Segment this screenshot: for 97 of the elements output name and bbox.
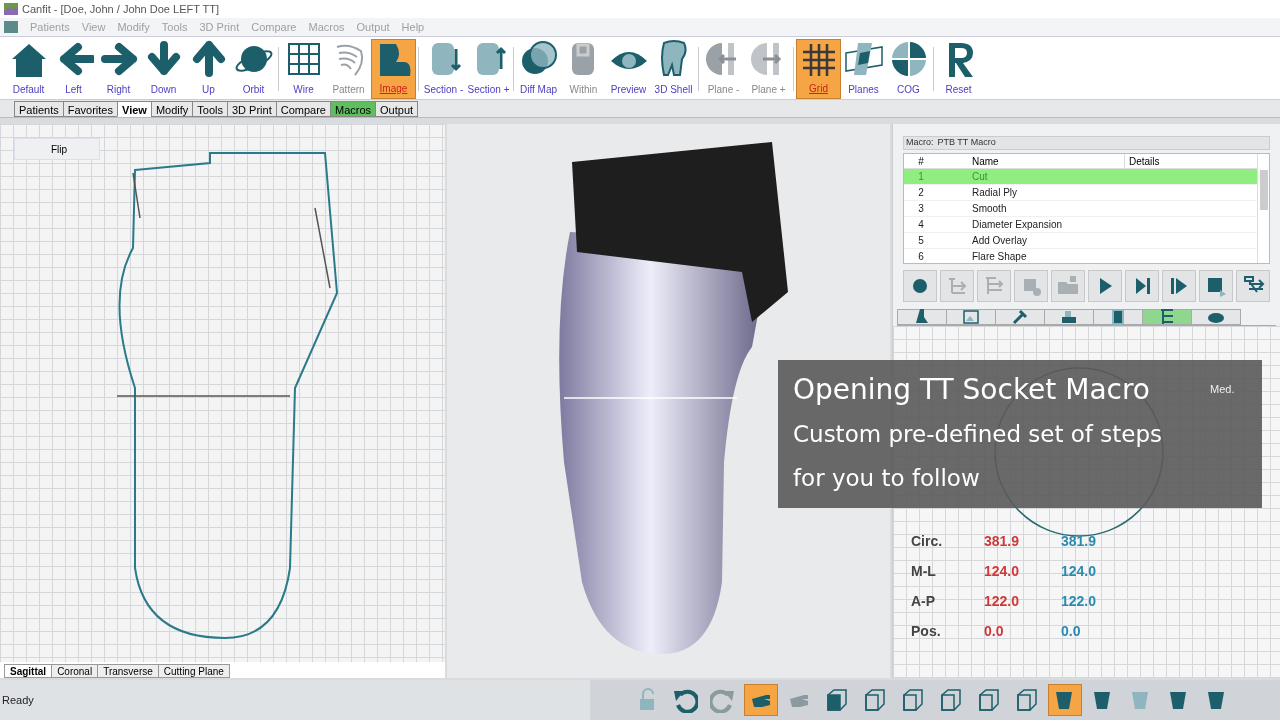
ribbon-tab[interactable]: Patients (14, 101, 64, 117)
macro-control-button[interactable] (1236, 270, 1270, 302)
app-icon (4, 21, 18, 33)
hammer-icon (1010, 307, 1030, 327)
scrollbar[interactable] (1257, 154, 1269, 263)
macro-step-row[interactable]: 2 Radial Ply (904, 185, 1257, 201)
ribbon-tab[interactable]: Compare (275, 101, 331, 117)
macro-name: PTB TT Macro (937, 136, 996, 150)
ribbon-button[interactable]: Left (51, 39, 96, 99)
measurement-label: Pos. (911, 622, 942, 641)
caption-title: Opening TT Socket Macro (793, 372, 1150, 408)
panel-tab[interactable] (1191, 309, 1241, 325)
macro-step-row[interactable]: 6 Flare Shape (904, 249, 1257, 265)
status-text: Ready (1, 692, 35, 708)
measurement-value: 0.0 (1061, 622, 1081, 641)
ribbon-tab[interactable]: Favorites (62, 101, 118, 117)
image-icon (961, 307, 981, 327)
column-header: Details (1124, 153, 1160, 169)
step-number: 5 (917, 234, 925, 248)
panel-tab[interactable] (897, 309, 947, 325)
measurement-label: M-L (911, 562, 937, 581)
measurement-value: 124.0 (1061, 562, 1097, 581)
ribbon-button[interactable]: Section + (466, 39, 511, 99)
panel-tab[interactable] (995, 309, 1045, 325)
flip-button[interactable]: Flip (14, 138, 100, 160)
ribbon-tab[interactable]: Tools (192, 101, 228, 117)
macro-step-row[interactable]: 5 Add Overlay (904, 233, 1257, 249)
step-number: 1 (917, 170, 925, 184)
ribbon-tab[interactable]: Output (375, 101, 419, 117)
step-number: 3 (917, 202, 925, 216)
ribbon-button[interactable]: Up (186, 39, 231, 99)
ribbon-button[interactable]: COG (886, 39, 931, 99)
macro-control-button[interactable] (1199, 270, 1233, 302)
measurement-value: 122.0 (1061, 592, 1097, 611)
ribbon-tab[interactable]: View (117, 101, 152, 117)
status-tool-button[interactable] (1048, 684, 1082, 716)
side-label: Med. (1210, 382, 1235, 397)
ribbon-button[interactable]: Reset (936, 39, 981, 99)
app-icon (4, 3, 18, 15)
measurement-value: 0.0 (984, 622, 1005, 641)
plane-view-tab[interactable]: Coronal (51, 664, 99, 678)
step-name: Radial Ply (971, 186, 1018, 200)
measurement-value: 381.9 (984, 532, 1021, 551)
ribbon-button[interactable]: Diff Map (516, 39, 561, 99)
macro-control-button[interactable] (1162, 270, 1196, 302)
plane-view-tab[interactable]: Sagittal (4, 664, 53, 678)
panel-tab[interactable] (1093, 309, 1143, 325)
ribbon-button[interactable]: Right (96, 39, 141, 99)
cube-icon (824, 687, 850, 713)
status-tool-button[interactable] (744, 684, 778, 716)
measurement-label: Circ. (911, 532, 944, 551)
ribbon-button[interactable]: Default (6, 39, 51, 99)
ribbon-tab[interactable]: Macros (329, 101, 377, 117)
panel-tab[interactable] (1044, 309, 1094, 325)
cube-icon (938, 687, 964, 713)
measurement-value: 122.0 (984, 592, 1021, 611)
column-header: # (917, 154, 925, 169)
panel-tab[interactable] (946, 309, 996, 325)
redo-icon (710, 687, 736, 713)
step-name: Flare Shape (971, 250, 1027, 264)
ribbon-button[interactable]: Section - (421, 39, 466, 99)
ribbon-button[interactable]: Wire (281, 39, 326, 99)
ribbon-tab[interactable]: Modify (150, 101, 194, 117)
macro-control-button[interactable] (903, 270, 937, 302)
ribbon-button[interactable]: 3D Shell (651, 39, 696, 99)
ribbon-tab[interactable]: 3D Print (226, 101, 277, 117)
macro-step-row[interactable]: 4 Diameter Expansion (904, 217, 1257, 233)
ribbon-button[interactable]: Planes (841, 39, 886, 99)
ribbon-button[interactable]: Down (141, 39, 186, 99)
window-title: Canfit - [Doe, John / John Doe LEFT TT] (22, 1, 220, 17)
panel-tab[interactable] (1142, 309, 1192, 325)
column-header: Name (971, 154, 1000, 169)
step-name: Smooth (971, 202, 1007, 216)
macro-control-button[interactable] (1125, 270, 1159, 302)
caption-line: Custom pre-defined set of steps (793, 420, 1162, 449)
step-number: 4 (917, 218, 925, 232)
step-name: Add Overlay (971, 234, 1028, 248)
step-number: 2 (917, 186, 925, 200)
cube-icon (1014, 687, 1040, 713)
ribbon-button[interactable]: Orbit (231, 39, 276, 99)
caption-line: for you to follow (793, 464, 980, 493)
cube-icon (976, 687, 1002, 713)
step-name: Cut (971, 170, 988, 184)
measurement-value: 124.0 (984, 562, 1021, 581)
step-number: 6 (917, 250, 925, 264)
cube-icon (900, 687, 926, 713)
macro-step-row[interactable]: 3 Smooth (904, 201, 1257, 217)
plane-view-tab[interactable]: Cutting Plane (157, 664, 230, 678)
macro-label: Macro: (906, 136, 934, 150)
step-name: Diameter Expansion (971, 218, 1063, 232)
plane-view-tab[interactable]: Transverse (97, 664, 159, 678)
macro-control-button[interactable] (1088, 270, 1122, 302)
measurement-label: A-P (911, 592, 937, 611)
ribbon-button[interactable]: Preview (606, 39, 651, 99)
undo-icon (672, 687, 698, 713)
measurement-value: 381.9 (1061, 532, 1097, 551)
cube-icon (862, 687, 888, 713)
